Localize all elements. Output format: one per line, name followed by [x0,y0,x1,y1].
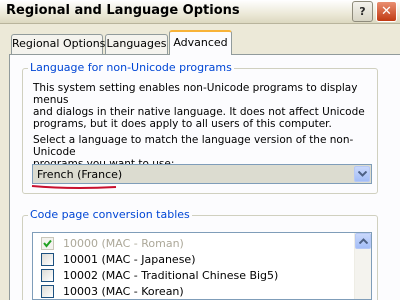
description-line: and dialogs in their native language. It… [33,106,365,118]
tab-languages[interactable]: Languages [105,34,168,54]
close-button[interactable]: ✕ [376,1,397,22]
checkbox-10003[interactable] [41,285,54,298]
tab-regional-options[interactable]: Regional Options [11,34,105,54]
dropdown-button[interactable] [354,166,370,182]
title-bar: Regional and Language Options ? ✕ [0,0,400,24]
list-item-label: 10001 (MAC - Japanese) [63,253,196,266]
list-item-label: 10000 (MAC - Roman) [63,237,184,250]
list-scrollbar[interactable] [354,233,371,299]
non-unicode-description: This system setting enables non-Unicode … [33,82,373,130]
code-page-legend: Code page conversion tables [28,208,192,221]
chevron-down-icon [358,171,367,177]
description-line: This system setting enables non-Unicode … [33,82,358,106]
prompt-line: Select a language to match the language … [33,134,354,158]
window-title: Regional and Language Options [6,3,240,18]
chevron-up-icon [359,238,368,244]
selected-language: French (France) [37,168,123,181]
checkbox-10000[interactable] [41,237,54,250]
description-line: programs, but it does apply to all users… [33,118,332,130]
checkbox-10001[interactable] [41,253,54,266]
red-underline-annotation [31,185,117,190]
language-select[interactable]: French (France) [32,164,372,184]
list-item-label: 10002 (MAC - Traditional Chinese Big5) [63,269,279,282]
scroll-up-button[interactable] [355,233,371,249]
help-button[interactable]: ? [352,1,373,22]
question-mark-icon: ? [359,5,366,18]
close-x-icon: ✕ [381,4,392,19]
checkbox-10002[interactable] [41,269,54,282]
checkmark-icon [43,239,52,248]
tab-advanced[interactable]: Advanced [169,30,232,55]
list-item-label: 10003 (MAC - Korean) [63,285,184,298]
non-unicode-legend: Language for non-Unicode programs [28,61,234,74]
code-page-list[interactable]: 10000 (MAC - Roman) 10001 (MAC - Japanes… [32,232,372,300]
